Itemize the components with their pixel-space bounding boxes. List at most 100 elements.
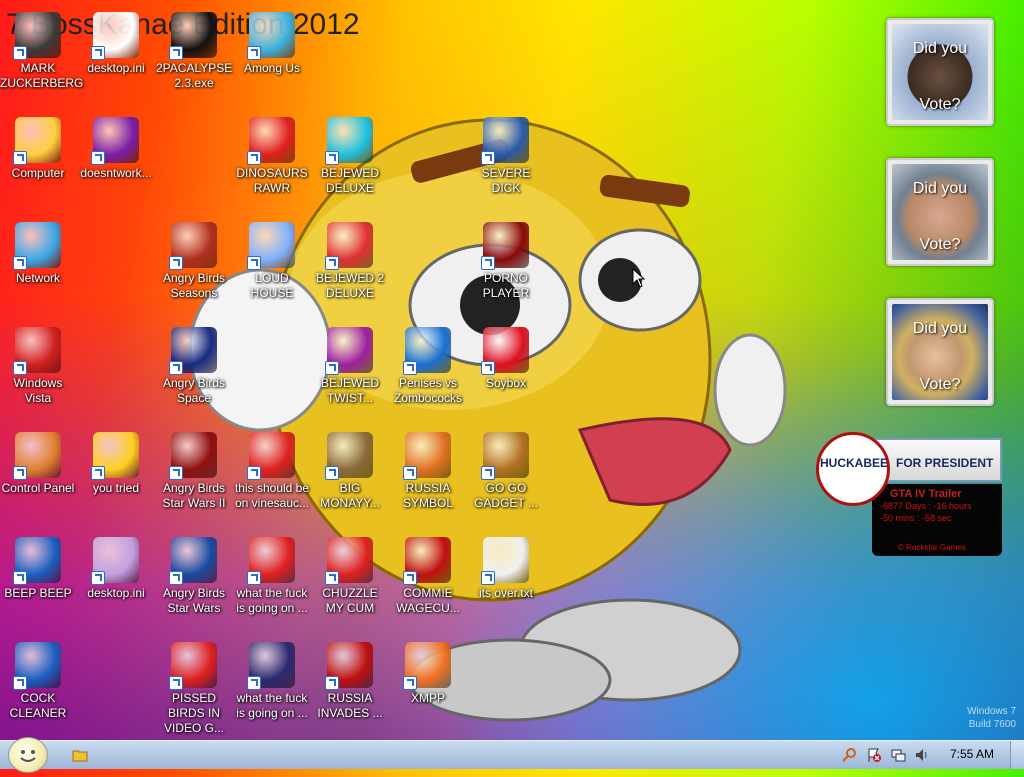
gta-countdown-gadget[interactable]: GTA IV Trailer -6877 Days : -16 hours -5… [872, 484, 1002, 556]
desktop-icon-bejewed-2[interactable]: BEJEWED 2 DELUXE [312, 222, 388, 301]
shortcut-arrow-icon [325, 571, 339, 585]
desktop-icon-label: BEJEWED DELUXE [320, 166, 379, 195]
penises-zombococks-icon [403, 327, 451, 375]
angry-birds-star-wars-2-icon [169, 432, 217, 480]
desktop-icon-angry-birds-seasons[interactable]: Angry Birds Seasons [156, 222, 232, 301]
chuzzle-icon [325, 537, 373, 585]
desktop-icon-soybox[interactable]: Soybox [468, 327, 544, 391]
desktop-icon-angry-birds-star-wars-2[interactable]: Angry Birds Star Wars II [156, 432, 232, 511]
desktop-icon-loud-house[interactable]: LOUD HOUSE [234, 222, 310, 301]
doesntwork-icon [91, 117, 139, 165]
dinosaurs-rawr-icon [247, 117, 295, 165]
vote-gadget-1[interactable]: Did you Vote? [886, 18, 994, 126]
shortcut-arrow-icon [247, 571, 261, 585]
shortcut-arrow-icon [481, 466, 495, 480]
desktop-icon-network[interactable]: Network [0, 222, 76, 286]
desktop-icon-among-us[interactable]: Among Us [234, 12, 310, 76]
taskbar: 7:55 AM [0, 737, 1024, 773]
desktop-icon-label: what the fuck is going on ... [236, 691, 308, 720]
shortcut-arrow-icon [247, 466, 261, 480]
desktop-ini-1-icon [91, 12, 139, 60]
desktop-icon-xmpp[interactable]: XMPP [390, 642, 466, 706]
shortcut-arrow-icon [403, 676, 417, 690]
watermark-line1: Windows 7 [967, 706, 1016, 717]
porno-player-icon [481, 222, 529, 270]
desktop-icon-label: DINOSAURS RAWR [236, 166, 308, 195]
desktop-icon-windows-vista[interactable]: Windows Vista [0, 327, 76, 406]
desktop-icon-pissed-birds[interactable]: PISSED BIRDS IN VIDEO G... [156, 642, 232, 736]
folder-icon[interactable] [72, 747, 88, 763]
desktop-icon-label: Soybox [485, 376, 527, 390]
angry-birds-space-icon [169, 327, 217, 375]
network-icon[interactable] [890, 747, 906, 763]
desktop-icon-beep-beep[interactable]: BEEP BEEP [0, 537, 76, 601]
commie-icon [403, 537, 451, 585]
xmpp-icon [403, 642, 451, 690]
volume-icon[interactable] [914, 747, 930, 763]
desktop-icon-label: XMPP [410, 691, 445, 705]
desktop-icon-what-the-fuck-2[interactable]: what the fuck is going on ... [234, 642, 310, 721]
desktop-icon-russia-symbol[interactable]: RUSSIA SYMBOL [390, 432, 466, 511]
shortcut-arrow-icon [13, 151, 27, 165]
desktop-icon-desktop-ini-1[interactable]: desktop.ini [78, 12, 154, 76]
desktop-icon-bejewed-deluxe[interactable]: BEJEWED DELUXE [312, 117, 388, 196]
shortcut-arrow-icon [91, 571, 105, 585]
shortcut-arrow-icon [169, 571, 183, 585]
desktop-icon-label: Angry Birds Star Wars II [162, 481, 226, 510]
network-icon [13, 222, 61, 270]
desktop-icon-go-go-gadget[interactable]: GO GO GADGET ... [468, 432, 544, 511]
soybox-icon [481, 327, 529, 375]
shortcut-arrow-icon [13, 466, 27, 480]
desktop-icon-2pacalypse[interactable]: 2PACALYPSE 2.3.exe [156, 12, 232, 91]
desktop-icon-severe-dick[interactable]: SEVERE DICK [468, 117, 544, 196]
search-icon[interactable] [842, 747, 858, 763]
shortcut-arrow-icon [481, 571, 495, 585]
loud-house-icon [247, 222, 295, 270]
desktop-icon-label: what the fuck is going on ... [236, 586, 308, 615]
desktop-icon-desktop-ini-2[interactable]: desktop.ini [78, 537, 154, 601]
action-center-flag-icon[interactable] [866, 747, 882, 763]
desktop-icon-bejewed-twist[interactable]: BEJEWED TWIST... [312, 327, 388, 406]
computer-icon [13, 117, 61, 165]
shortcut-arrow-icon [247, 256, 261, 270]
vote-gadget-3[interactable]: Did you Vote? [886, 298, 994, 406]
desktop-icon-doesntwork[interactable]: doesntwork... [78, 117, 154, 181]
desktop-icon-label: SEVERE DICK [481, 166, 531, 195]
desktop-icon-label: PISSED BIRDS IN VIDEO G... [163, 691, 224, 735]
desktop-icon-big-monayyy[interactable]: BIG MONAYY... [312, 432, 388, 511]
desktop-icon-chuzzle[interactable]: CHUZZLE MY CUM [312, 537, 388, 616]
angry-birds-seasons-icon [169, 222, 217, 270]
severe-dick-icon [481, 117, 529, 165]
desktop-icon-label: MARK ZUCKERBERG [0, 61, 84, 90]
cock-cleaner-icon [13, 642, 61, 690]
desktop-icon-label: 2PACALYPSE 2.3.exe [156, 61, 233, 90]
desktop-icon-russia-invades[interactable]: RUSSIA INVADES ... [312, 642, 388, 721]
desktop-icon-you-tried[interactable]: you tried [78, 432, 154, 496]
desktop-icon-angry-birds-space[interactable]: Angry Birds Space [156, 327, 232, 406]
desktop-icon-vinesauce[interactable]: this should be on vinesauc... [234, 432, 310, 511]
desktop-icon-dinosaurs-rawr[interactable]: DINOSAURS RAWR [234, 117, 310, 196]
desktop-icon-cock-cleaner[interactable]: COCK CLEANER [0, 642, 76, 721]
desktop-icon-angry-birds-star-wars[interactable]: Angry Birds Star Wars [156, 537, 232, 616]
desktop-icon-label: COMMIE WAGECU... [396, 586, 460, 615]
angry-birds-star-wars-icon [169, 537, 217, 585]
desktop-icon-penises-zombococks[interactable]: Penises vs Zombococks [390, 327, 466, 406]
desktop-icon-what-the-fuck-1[interactable]: what the fuck is going on ... [234, 537, 310, 616]
taskbar-clock[interactable]: 7:55 AM [950, 747, 994, 761]
you-tried-icon [91, 432, 139, 480]
desktop-icon-porno-player[interactable]: PORNO PLAYER [468, 222, 544, 301]
desktop-icon-control-panel[interactable]: Control Panel [0, 432, 76, 496]
vote-gadget-2[interactable]: Did you Vote? [886, 158, 994, 266]
desktop-icon-commie[interactable]: COMMIE WAGECU... [390, 537, 466, 616]
vote-question-top: Did you [912, 320, 968, 337]
2pacalypse-icon [169, 12, 217, 60]
huckabee-name: HUCKABEE [820, 456, 889, 470]
desktop-icon-its-over[interactable]: its over.txt [468, 537, 544, 601]
desktop-icon-mark-zuckerberg[interactable]: MARK ZUCKERBERG [0, 12, 84, 91]
desktop-icon-computer[interactable]: Computer [0, 117, 76, 181]
huckabee-gadget[interactable]: HUCKABEE FOR PRESIDENT [816, 432, 1004, 506]
show-desktop-button[interactable] [1010, 741, 1024, 769]
desktop-icon-label: this should be on vinesauc... [234, 481, 310, 510]
shortcut-arrow-icon [403, 571, 417, 585]
desktop-icon-label: Angry Birds Seasons [162, 271, 226, 300]
